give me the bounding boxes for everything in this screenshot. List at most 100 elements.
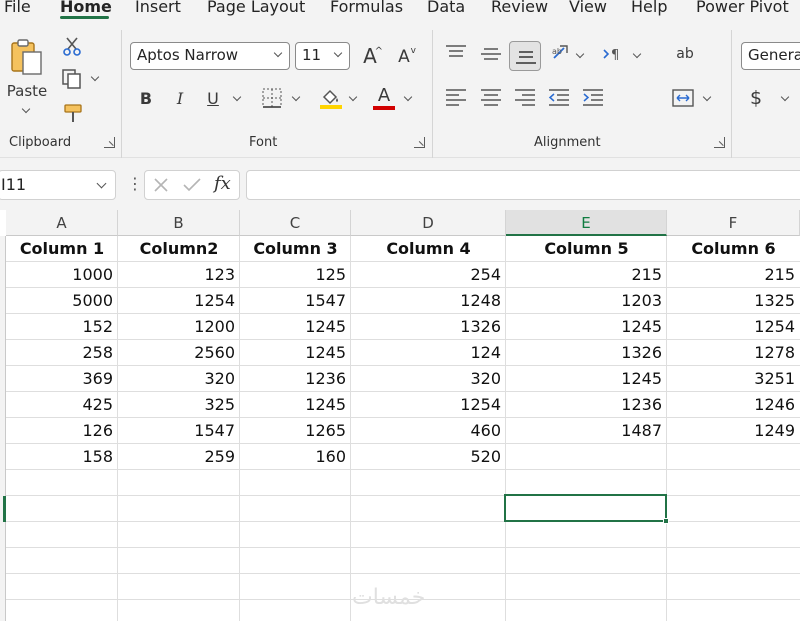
table-cell[interactable]: 1245	[240, 314, 351, 340]
table-cell[interactable]: 1203	[506, 288, 667, 314]
table-cell[interactable]: 5000	[6, 288, 118, 314]
table-cell[interactable]: 425	[6, 392, 118, 418]
table-cell[interactable]: 1254	[118, 288, 240, 314]
shrink-font-button[interactable]: Av	[392, 46, 416, 68]
font-size-combo[interactable]: 11	[295, 42, 350, 70]
table-cell[interactable]: 520	[351, 444, 506, 470]
alignment-launcher-icon[interactable]	[714, 137, 725, 148]
underline-dropdown-icon[interactable]	[232, 92, 242, 102]
table-cell[interactable]	[506, 444, 667, 470]
column-header-c[interactable]: C	[240, 210, 351, 236]
table-cell[interactable]: 325	[118, 392, 240, 418]
table-cell[interactable]: 1245	[240, 340, 351, 366]
table-header-cell[interactable]: Column 6	[667, 236, 800, 262]
table-cell[interactable]: 320	[118, 366, 240, 392]
table-header-cell[interactable]: Column 1	[6, 236, 118, 262]
table-cell[interactable]: 123	[118, 262, 240, 288]
formula-input[interactable]	[246, 170, 800, 200]
table-cell[interactable]: 254	[351, 262, 506, 288]
decrease-indent-icon[interactable]	[548, 88, 570, 108]
table-header-cell[interactable]: Column2	[118, 236, 240, 262]
table-cell[interactable]: 1245	[506, 314, 667, 340]
table-cell[interactable]: 1265	[240, 418, 351, 444]
table-cell[interactable]: 1547	[240, 288, 351, 314]
table-cell[interactable]: 3251	[667, 366, 800, 392]
table-cell[interactable]: 1254	[351, 392, 506, 418]
table-cell[interactable]: 1547	[118, 418, 240, 444]
grow-font-button[interactable]: A ^	[357, 44, 383, 68]
borders-dropdown-icon[interactable]	[291, 92, 301, 102]
tab-home[interactable]: Home	[60, 0, 112, 16]
tab-power-pivot[interactable]: Power Pivot	[696, 0, 789, 16]
table-cell[interactable]: 152	[6, 314, 118, 340]
fill-color-icon[interactable]	[319, 86, 343, 110]
table-header-cell[interactable]: Column 3	[240, 236, 351, 262]
tab-formulas[interactable]: Formulas	[330, 0, 403, 16]
merge-center-icon[interactable]	[672, 88, 694, 108]
table-cell[interactable]: 1000	[6, 262, 118, 288]
currency-dropdown-icon[interactable]	[780, 92, 790, 102]
underline-button[interactable]: U	[203, 86, 223, 110]
fill-handle[interactable]	[663, 518, 669, 524]
table-cell[interactable]: 1245	[240, 392, 351, 418]
align-right-icon[interactable]	[514, 88, 536, 108]
tab-help[interactable]: Help	[631, 0, 667, 16]
table-cell[interactable]: 1254	[667, 314, 800, 340]
name-box[interactable]: I11	[0, 170, 116, 200]
cut-icon[interactable]	[63, 36, 81, 56]
table-cell[interactable]: 2560	[118, 340, 240, 366]
number-format-combo[interactable]: General	[741, 42, 800, 70]
paragraph-direction-icon[interactable]: ¶	[602, 46, 626, 62]
tab-page-layout[interactable]: Page Layout	[207, 0, 305, 16]
clipboard-launcher-icon[interactable]	[104, 137, 115, 148]
more-options-icon[interactable]: ⋮	[127, 174, 143, 193]
borders-icon[interactable]	[262, 88, 282, 108]
italic-button[interactable]: I	[170, 86, 190, 110]
tab-view[interactable]: View	[569, 0, 607, 16]
table-cell[interactable]: 1487	[506, 418, 667, 444]
bottom-align-button[interactable]	[509, 41, 541, 71]
table-cell[interactable]: 215	[506, 262, 667, 288]
table-cell[interactable]: 1236	[240, 366, 351, 392]
table-cell[interactable]: 1236	[506, 392, 667, 418]
middle-align-icon[interactable]	[480, 46, 502, 64]
copy-dropdown-icon[interactable]	[90, 72, 100, 82]
table-cell[interactable]	[667, 444, 800, 470]
align-center-icon[interactable]	[480, 88, 502, 108]
insert-function-icon[interactable]: fx	[214, 173, 231, 194]
table-cell[interactable]: 1326	[351, 314, 506, 340]
table-cell[interactable]: 1245	[506, 366, 667, 392]
merge-dropdown-icon[interactable]	[702, 92, 712, 102]
enter-check-icon[interactable]	[183, 177, 201, 193]
table-cell[interactable]: 1200	[118, 314, 240, 340]
table-cell[interactable]: 460	[351, 418, 506, 444]
column-header-b[interactable]: B	[118, 210, 240, 236]
copy-icon[interactable]	[61, 68, 83, 90]
table-cell[interactable]: 160	[240, 444, 351, 470]
table-cell[interactable]: 158	[6, 444, 118, 470]
table-cell[interactable]: 1326	[506, 340, 667, 366]
font-launcher-icon[interactable]	[414, 137, 425, 148]
tab-file[interactable]: File	[4, 0, 31, 16]
increase-indent-icon[interactable]	[582, 88, 604, 108]
bold-button[interactable]: B	[136, 86, 156, 110]
currency-format-button[interactable]: $	[748, 86, 764, 110]
table-cell[interactable]: 124	[351, 340, 506, 366]
paragraph-direction-dropdown-icon[interactable]	[632, 49, 642, 59]
format-painter-icon[interactable]	[61, 102, 85, 124]
align-left-icon[interactable]	[445, 88, 467, 108]
table-cell[interactable]: 1278	[667, 340, 800, 366]
paste-button[interactable]: Paste	[4, 34, 50, 126]
tab-data[interactable]: Data	[427, 0, 465, 16]
table-cell[interactable]: 1246	[667, 392, 800, 418]
table-header-cell[interactable]: Column 5	[506, 236, 667, 262]
table-cell[interactable]: 258	[6, 340, 118, 366]
cancel-icon[interactable]	[153, 177, 169, 193]
worksheet-grid[interactable]: A B C D E F Column 1 Column2 Column 3 Column 4 Col…	[0, 210, 800, 621]
orientation-dropdown-icon[interactable]	[575, 49, 585, 59]
table-cell[interactable]: 1249	[667, 418, 800, 444]
wrap-text-button[interactable]: ab	[672, 42, 698, 66]
font-name-combo[interactable]: Aptos Narrow	[130, 42, 290, 70]
table-header-cell[interactable]: Column 4	[351, 236, 506, 262]
font-color-dropdown-icon[interactable]	[403, 92, 413, 102]
